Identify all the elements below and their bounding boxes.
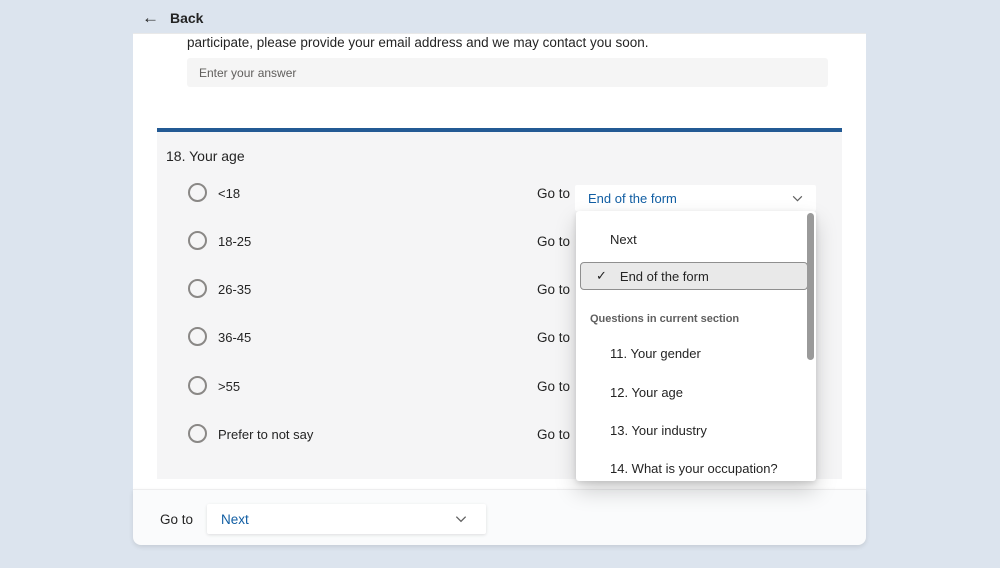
radio-button[interactable] <box>188 183 207 202</box>
checkmark-icon: ✓ <box>581 268 607 284</box>
dropdown-option-label: 12. Your age <box>576 385 683 400</box>
answer-input[interactable] <box>187 58 828 87</box>
dropdown-option-question[interactable]: 13. Your industry <box>576 416 804 444</box>
option-label: 18-25 <box>218 234 251 249</box>
page: ← Back participate, please provide your … <box>0 0 1000 568</box>
dropdown-option-label: 13. Your industry <box>576 423 707 438</box>
chevron-down-icon <box>454 512 468 526</box>
chevron-down-icon <box>791 192 804 205</box>
section-goto-select[interactable]: Next <box>207 504 486 534</box>
footer-goto-label: Go to <box>160 512 193 527</box>
back-label: Back <box>170 10 203 26</box>
goto-label: Go to <box>537 282 570 297</box>
option-label: 36-45 <box>218 330 251 345</box>
option-label: 26-35 <box>218 282 251 297</box>
radio-button[interactable] <box>188 424 207 443</box>
radio-button[interactable] <box>188 376 207 395</box>
goto-label: Go to <box>537 186 570 201</box>
dropdown-group-label: Questions in current section <box>590 313 739 325</box>
dropdown-option-selected[interactable]: ✓ End of the form <box>580 262 808 290</box>
radio-button[interactable] <box>188 279 207 298</box>
dropdown-option-question[interactable]: 11. Your gender <box>576 339 804 367</box>
dropdown-option-label: End of the form <box>607 269 709 284</box>
branch-select-closed[interactable]: End of the form <box>575 185 816 211</box>
previous-question-text: participate, please provide your email a… <box>187 35 649 50</box>
dropdown-option-label: Next <box>576 232 637 247</box>
dropdown-option-label: 11. Your gender <box>576 346 701 361</box>
dropdown-option-question[interactable]: 12. Your age <box>576 378 804 406</box>
option-label: Prefer to not say <box>218 427 313 442</box>
radio-button[interactable] <box>188 231 207 250</box>
option-label: >55 <box>218 379 240 394</box>
option-label: <18 <box>218 186 240 201</box>
goto-label: Go to <box>537 427 570 442</box>
dropdown-option-next[interactable]: Next <box>576 225 804 253</box>
back-arrow-icon: ← <box>142 9 159 26</box>
dropdown-scrollbar-thumb[interactable] <box>807 213 814 360</box>
section-footer: Go to Next <box>133 489 866 545</box>
branch-select-value: End of the form <box>575 191 791 206</box>
branch-dropdown-popup: Next ✓ End of the form Questions in curr… <box>576 211 816 481</box>
back-button[interactable]: ← Back <box>142 9 203 26</box>
goto-label: Go to <box>537 330 570 345</box>
question-title: 18. Your age <box>166 148 245 164</box>
goto-label: Go to <box>537 234 570 249</box>
dropdown-option-label: 14. What is your occupation? <box>576 461 778 476</box>
dropdown-option-question[interactable]: 14. What is your occupation? <box>576 454 804 482</box>
section-goto-value: Next <box>207 512 454 527</box>
radio-button[interactable] <box>188 327 207 346</box>
goto-label: Go to <box>537 379 570 394</box>
